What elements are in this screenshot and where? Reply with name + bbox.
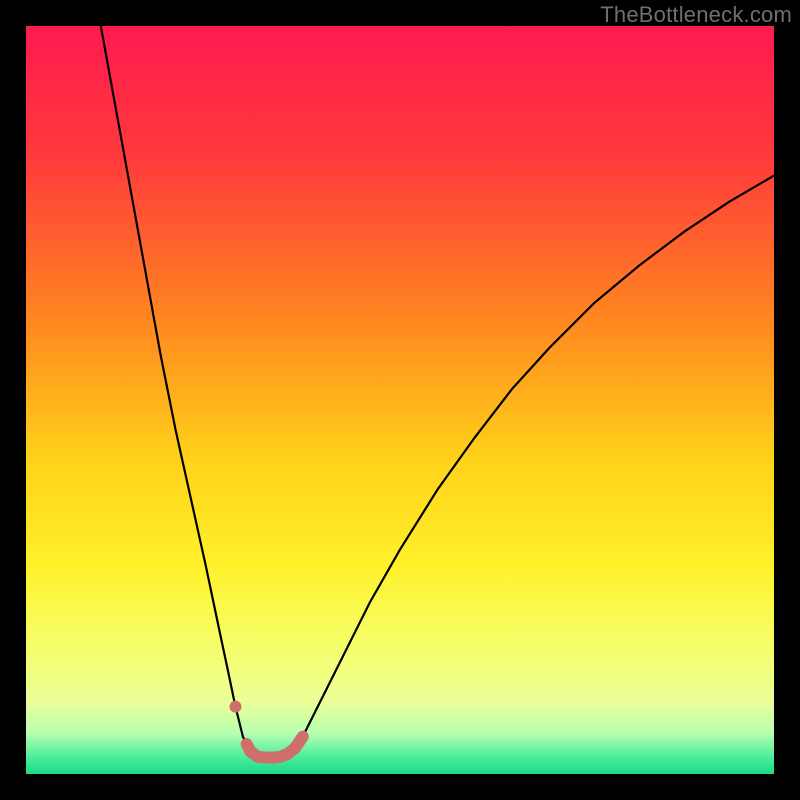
- watermark-text: TheBottleneck.com: [600, 2, 792, 28]
- gradient-background: [26, 26, 774, 774]
- bottleneck-chart: [26, 26, 774, 774]
- bottom-lead-dot: [229, 701, 241, 713]
- chart-frame: TheBottleneck.com: [0, 0, 800, 800]
